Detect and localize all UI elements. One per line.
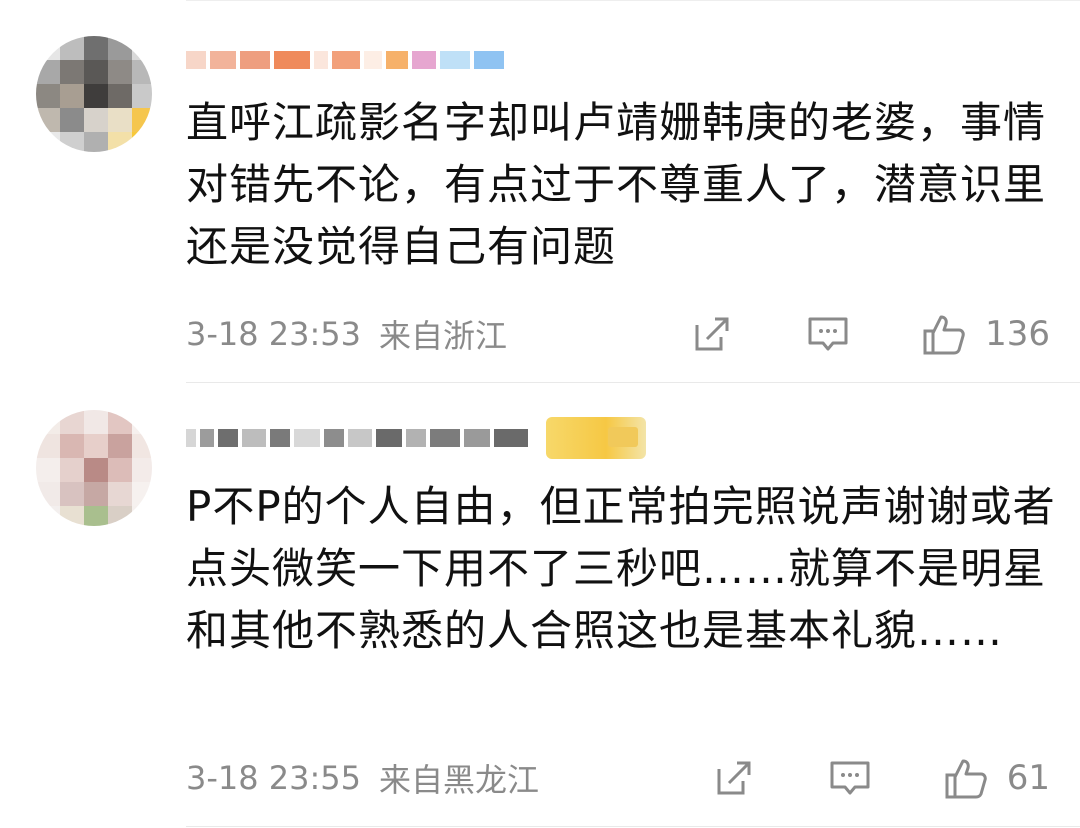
like-button[interactable]: 61: [943, 755, 1050, 801]
thumbs-up-icon[interactable]: [943, 755, 989, 801]
username-blurred[interactable]: [186, 42, 508, 78]
vip-badge: [546, 417, 646, 459]
like-count: 136: [985, 314, 1050, 354]
avatar[interactable]: [36, 410, 152, 526]
share-edit-icon[interactable]: [711, 755, 757, 801]
comment-region: 来自黑龙江: [379, 761, 540, 799]
username-blurred[interactable]: [186, 417, 646, 459]
comment-time: 3-18 23:55: [186, 759, 362, 797]
like-count: 61: [1006, 758, 1050, 798]
comment-divider: [186, 826, 1080, 827]
comment-bubble-icon[interactable]: [827, 755, 873, 801]
comment-bubble-icon[interactable]: [805, 311, 851, 357]
share-edit-icon[interactable]: [689, 311, 735, 357]
comment-text: 直呼江疏影名字却叫卢靖姗韩庚的老婆，事情对错先不论，有点过于不尊重人了，潜意识里…: [186, 98, 1047, 271]
like-button[interactable]: 136: [921, 311, 1050, 357]
top-divider: [186, 0, 1080, 1]
thumbs-up-icon[interactable]: [921, 311, 967, 357]
comment-time: 3-18 23:53: [186, 315, 362, 353]
comment-region: 来自浙江: [379, 317, 508, 355]
comment-text: P不P的个人自由，但正常拍完照说声谢谢或者点头微笑一下用不了三秒吧……就算不是明…: [186, 482, 1056, 655]
comment-divider: [186, 382, 1080, 383]
avatar[interactable]: [36, 36, 152, 152]
